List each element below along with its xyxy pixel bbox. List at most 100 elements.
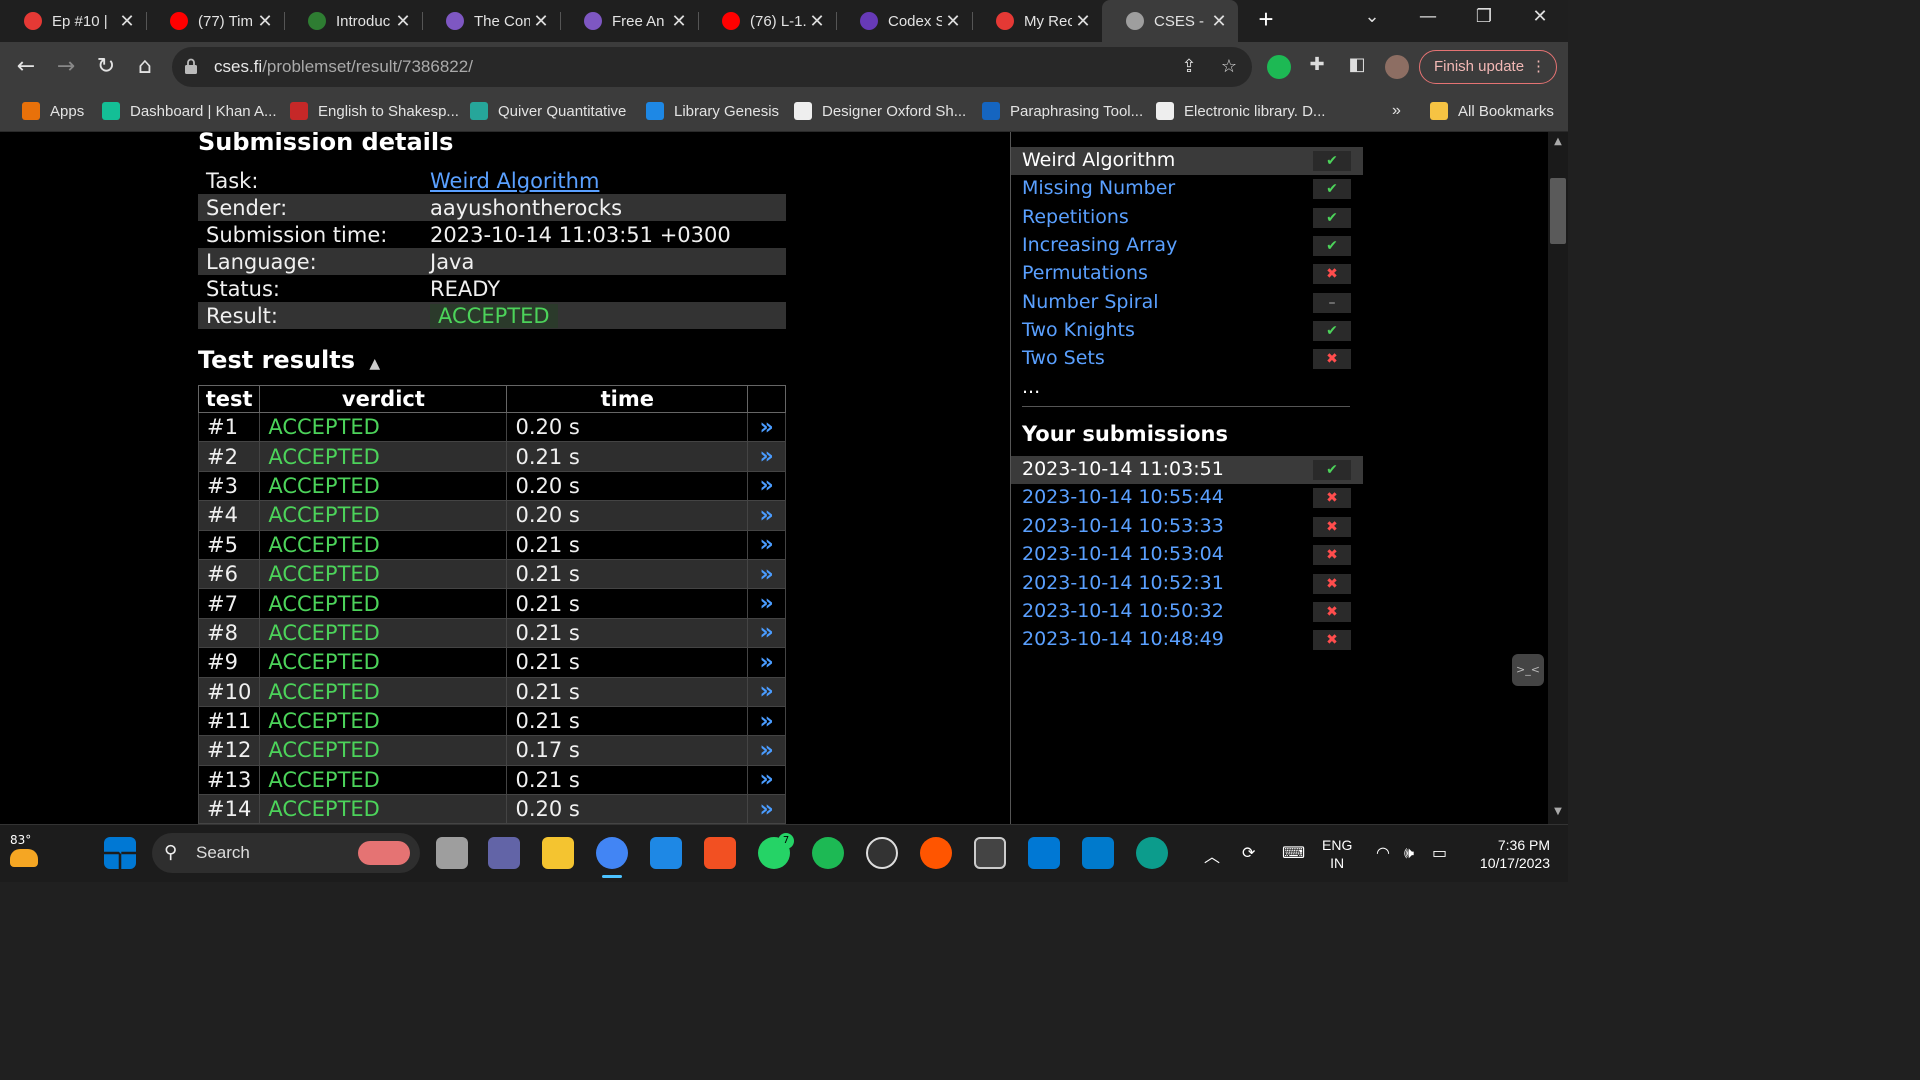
scrollbar-thumb[interactable] (1550, 178, 1566, 244)
submission-item[interactable]: 2023-10-14 10:48:49 ✖ (1011, 626, 1363, 654)
tab-search-icon[interactable]: ⌄ (1352, 6, 1392, 34)
browser-tab[interactable]: Codex S ✕ (836, 0, 972, 42)
browser-tab[interactable]: (77) Tim ✕ (146, 0, 284, 42)
browser-tab[interactable]: The Con ✕ (422, 0, 560, 42)
soundcloud-icon[interactable] (920, 837, 952, 869)
file-explorer-icon[interactable] (542, 837, 574, 869)
sidebar-task[interactable]: Two Sets ✖ (1011, 345, 1363, 373)
forward-icon[interactable]: → (52, 53, 80, 81)
sidebar-task[interactable]: Missing Number ✔ (1011, 175, 1363, 203)
browser-tab[interactable]: CSES - V✕ (1102, 0, 1238, 42)
show-hidden-icons-icon[interactable]: ︿ (1204, 843, 1220, 867)
minimize-icon[interactable]: — (1408, 6, 1448, 34)
submission-item[interactable]: 2023-10-14 11:03:51 ✔ (1011, 456, 1363, 484)
bookmark-item[interactable]: Apps (22, 102, 84, 120)
browser-tab[interactable]: Free An ✕ (560, 0, 698, 42)
submission-item[interactable]: 2023-10-14 10:50:32 ✖ (1011, 598, 1363, 626)
page-scrollbar[interactable]: ▲ ▼ (1548, 132, 1568, 824)
address-bar[interactable]: cses.fi/problemset/result/7386822/ ⇪ ☆ (172, 47, 1252, 87)
view-test-icon[interactable]: » (747, 705, 786, 737)
side-panel-icon[interactable]: ◧ (1346, 54, 1368, 76)
home-icon[interactable]: ⌂ (131, 53, 159, 81)
wps-icon[interactable] (974, 837, 1006, 869)
bookmark-item[interactable]: Designer Oxford Sh... (794, 102, 966, 120)
browser-tab[interactable]: Introduc ✕ (284, 0, 422, 42)
browser-tab[interactable]: My Rece✕ (972, 0, 1102, 42)
weather-widget[interactable]: 83° (10, 833, 38, 867)
view-test-icon[interactable]: » (747, 470, 786, 502)
extensions-puzzle-icon[interactable]: ✚ (1306, 54, 1328, 76)
close-tab-icon[interactable]: ✕ (942, 11, 964, 32)
view-test-icon[interactable]: » (747, 617, 786, 649)
view-test-icon[interactable]: » (747, 735, 786, 766)
close-tab-icon[interactable]: ✕ (116, 11, 138, 32)
bookmark-item[interactable]: Quiver Quantitative (470, 102, 626, 120)
teams-icon[interactable] (488, 837, 520, 869)
close-tab-icon[interactable]: ✕ (254, 11, 276, 32)
sidebar-task[interactable]: Repetitions ✔ (1011, 204, 1363, 232)
edge-icon[interactable] (1136, 837, 1168, 869)
close-tab-icon[interactable]: ✕ (1208, 11, 1230, 32)
mail-icon[interactable] (1028, 837, 1060, 869)
lock-icon[interactable] (184, 58, 198, 74)
view-test-icon[interactable]: » (747, 588, 786, 619)
bookmark-star-icon[interactable]: ☆ (1218, 56, 1240, 78)
scroll-up-icon[interactable]: ▲ (1548, 136, 1568, 152)
view-test-icon[interactable]: » (747, 441, 786, 472)
close-tab-icon[interactable]: ✕ (668, 11, 690, 32)
view-test-icon[interactable]: » (747, 764, 786, 796)
sidebar-task[interactable]: Permutations ✖ (1011, 260, 1363, 288)
bookmark-item[interactable]: Paraphrasing Tool... (982, 102, 1143, 120)
close-window-icon[interactable]: ✕ (1520, 6, 1560, 34)
profile-avatar[interactable] (1385, 55, 1409, 79)
devtools-overlay-icon[interactable]: >_< (1512, 654, 1544, 686)
collapse-arrow-icon[interactable]: ▲ (369, 356, 380, 372)
submission-item[interactable]: 2023-10-14 10:53:04 ✖ (1011, 541, 1363, 569)
view-test-icon[interactable]: » (747, 676, 786, 707)
bookmark-item[interactable]: Electronic library. D... (1156, 102, 1325, 120)
view-test-icon[interactable]: » (747, 558, 786, 590)
wifi-icon[interactable]: ◠ (1376, 843, 1390, 862)
scroll-down-icon[interactable]: ▼ (1548, 806, 1568, 822)
bookmark-item[interactable]: Library Genesis (646, 102, 779, 120)
spotify-icon[interactable] (812, 837, 844, 869)
reload-icon[interactable]: ↻ (92, 53, 120, 81)
finish-update-button[interactable]: Finish update ⋮ (1419, 50, 1557, 84)
share-icon[interactable]: ⇪ (1178, 56, 1200, 78)
sidebar-task[interactable]: Two Knights ✔ (1011, 317, 1363, 345)
close-tab-icon[interactable]: ✕ (806, 11, 828, 32)
sync-icon[interactable]: ⟳ (1242, 843, 1255, 862)
view-test-icon[interactable]: » (747, 794, 786, 824)
vscode-icon[interactable] (1082, 837, 1114, 869)
restore-icon[interactable]: ❐ (1464, 6, 1504, 34)
all-bookmarks-folder[interactable]: All Bookmarks (1430, 102, 1554, 120)
close-tab-icon[interactable]: ✕ (530, 11, 552, 32)
microsoft-store-icon[interactable] (704, 837, 736, 869)
close-tab-icon[interactable]: ✕ (392, 11, 414, 32)
keyboard-icon[interactable]: ⌨ (1282, 843, 1305, 862)
extension-icon[interactable] (1267, 55, 1291, 79)
taskbar-search[interactable]: ⚲ Search (152, 833, 420, 873)
start-button-icon[interactable] (104, 837, 136, 869)
volume-icon[interactable]: 🕪 (1404, 843, 1414, 863)
back-icon[interactable]: ← (12, 53, 40, 81)
view-test-icon[interactable]: » (747, 529, 786, 560)
browser-tab[interactable]: Ep #10 | ✕ (0, 0, 146, 42)
chrome-icon[interactable] (596, 837, 628, 869)
view-test-icon[interactable]: » (747, 411, 786, 443)
new-tab-button[interactable]: + (1252, 4, 1280, 36)
submission-item[interactable]: 2023-10-14 10:55:44 ✖ (1011, 484, 1363, 512)
battery-icon[interactable]: ▭ (1432, 843, 1447, 862)
sidebar-task[interactable]: Weird Algorithm ✔ (1011, 147, 1363, 175)
bookmark-item[interactable]: Dashboard | Khan A... (102, 102, 277, 120)
sidebar-task[interactable]: Number Spiral – (1011, 289, 1363, 317)
task-view-icon[interactable] (436, 837, 468, 869)
bookmark-item[interactable]: English to Shakesp... (290, 102, 459, 120)
submission-item[interactable]: 2023-10-14 10:53:33 ✖ (1011, 513, 1363, 541)
task-link[interactable]: Weird Algorithm (430, 169, 599, 193)
close-tab-icon[interactable]: ✕ (1072, 11, 1094, 32)
url-text[interactable]: cses.fi/problemset/result/7386822/ (214, 57, 473, 77)
view-test-icon[interactable]: » (747, 500, 786, 531)
language-indicator[interactable]: ENG IN (1322, 836, 1352, 872)
browser-tab[interactable]: (76) L-1. ✕ (698, 0, 836, 42)
